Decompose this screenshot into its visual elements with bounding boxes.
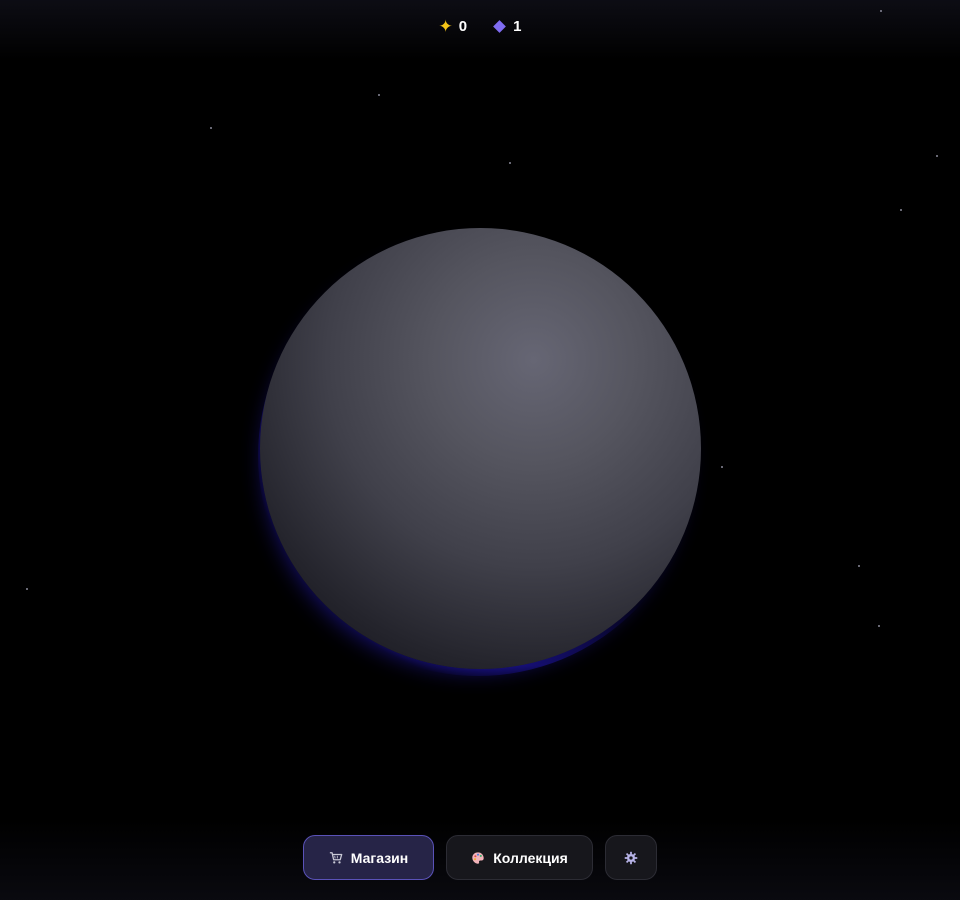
settings-button[interactable]	[605, 835, 657, 880]
background-star	[509, 162, 511, 164]
gems-count: 1	[513, 17, 522, 35]
gem-icon	[493, 19, 506, 33]
collection-button[interactable]: Коллекция	[446, 835, 593, 880]
game-scene: ✦ 0 1 Магазин Коллекция	[0, 0, 960, 900]
gear-icon	[624, 851, 638, 864]
background-star	[378, 94, 380, 96]
planet[interactable]	[260, 228, 701, 669]
background-star	[880, 10, 882, 12]
stars-count: 0	[458, 17, 468, 35]
background-star	[721, 466, 723, 468]
stars-counter: ✦ 0	[439, 15, 468, 37]
background-star	[878, 625, 880, 627]
collection-label: Коллекция	[493, 849, 568, 866]
resource-hud: ✦ 0 1	[0, 15, 960, 37]
cart-icon	[329, 851, 343, 864]
background-star	[210, 127, 212, 129]
background-star	[858, 565, 860, 567]
background-star	[26, 588, 28, 590]
background-star	[900, 209, 902, 211]
background-star	[936, 155, 938, 157]
palette-icon	[472, 851, 484, 864]
shop-button[interactable]: Магазин	[303, 835, 434, 880]
bottom-nav: Магазин Коллекция	[0, 835, 960, 880]
star-icon: ✦	[438, 16, 453, 36]
gems-counter: 1	[493, 15, 521, 37]
shop-label: Магазин	[350, 849, 409, 866]
